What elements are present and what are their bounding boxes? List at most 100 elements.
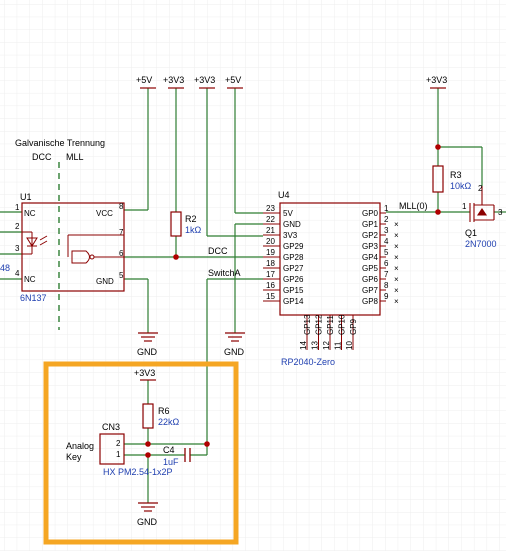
u4-right-pin-name: GP0 bbox=[362, 209, 379, 218]
u4-bottom-pin-name: GP9 bbox=[349, 318, 358, 335]
u4-left-pin-num: 23 bbox=[266, 204, 275, 213]
u1-pin-8-num: 8 bbox=[119, 202, 124, 211]
net-label-5v-left: +5V bbox=[136, 75, 152, 85]
u4-no-connect-mark: × bbox=[394, 253, 399, 262]
u4-left-pin-name: GP15 bbox=[283, 286, 304, 295]
u4-bottom-pin-num: 14 bbox=[299, 341, 308, 350]
u4-right-pin-name: GP5 bbox=[362, 264, 379, 273]
u1-pin-5-name: GND bbox=[96, 277, 114, 286]
u4-left-pin-name: GP14 bbox=[283, 297, 304, 306]
u4-bottom-pin-num: 10 bbox=[345, 341, 354, 350]
u1-pin-5-num: 5 bbox=[119, 271, 124, 280]
q1-pin-1: 1 bbox=[462, 202, 467, 211]
u1-pin-4-name: NC bbox=[24, 275, 36, 284]
u1-pin-2-num: 2 bbox=[15, 222, 20, 231]
u1-pin-3-num: 3 bbox=[15, 244, 20, 253]
u4-no-connect-mark: × bbox=[394, 231, 399, 240]
u4-bottom-pins: GP13 14 GP12 13 GP11 12 GP10 11 GP9 10 bbox=[299, 314, 358, 350]
u4-right-pin-name: GP7 bbox=[362, 286, 379, 295]
net-label-3v3-r2: +3V3 bbox=[163, 75, 184, 85]
isolation-left-label: DCC bbox=[32, 152, 52, 162]
u4-left-pin-name: GP29 bbox=[283, 242, 304, 251]
r3-ref: R3 bbox=[450, 170, 462, 180]
c4-ref: C4 bbox=[163, 445, 175, 455]
net-label-dcc: DCC bbox=[208, 246, 228, 256]
u4-no-connect-mark: × bbox=[394, 275, 399, 284]
u4-bottom-pin-name: GP12 bbox=[315, 314, 324, 335]
u4-left-pin-name: GND bbox=[283, 220, 301, 229]
u4-right-pin-num: 2 bbox=[384, 215, 389, 224]
u4-bottom-pin-name: GP13 bbox=[303, 314, 312, 335]
u4-bottom-pin-num: 13 bbox=[311, 341, 320, 350]
u4-left-pin-name: GP28 bbox=[283, 253, 304, 262]
q1-ref: Q1 bbox=[465, 228, 477, 238]
net-label-mll0: MLL(0) bbox=[399, 201, 428, 211]
u4-left-pin-name: 3V3 bbox=[283, 231, 298, 240]
c4-value: 1uF bbox=[163, 457, 179, 467]
u1-pin-8-name: VCC bbox=[96, 209, 113, 218]
u4-left-pin-name: GP26 bbox=[283, 275, 304, 284]
u4-right-pin-num: 7 bbox=[384, 270, 389, 279]
u1-ref: U1 bbox=[20, 192, 32, 202]
r6-ref: R6 bbox=[158, 406, 170, 416]
u4-bottom-pin-num: 12 bbox=[322, 341, 331, 350]
u4-right-pin-name: GP4 bbox=[362, 253, 379, 262]
cn3-ref: CN3 bbox=[102, 422, 120, 432]
isolation-right-label: MLL bbox=[66, 152, 84, 162]
u4-right-pin-num: 5 bbox=[384, 248, 389, 257]
r2-ref: R2 bbox=[185, 214, 197, 224]
u4-bottom-pin-name: GP11 bbox=[326, 315, 335, 335]
u1-value: 6N137 bbox=[20, 293, 47, 303]
gnd-label-u1: GND bbox=[137, 347, 158, 357]
u4-left-pin-name: GP27 bbox=[283, 264, 304, 273]
u4-ref: U4 bbox=[278, 190, 290, 200]
net-label-5v-u4: +5V bbox=[225, 75, 241, 85]
u4-right-pin-num: 3 bbox=[384, 226, 389, 235]
cn3-description-line2: Key bbox=[66, 452, 82, 462]
u4-right-pin-name: GP2 bbox=[362, 231, 379, 240]
u4-no-connect-mark: × bbox=[394, 286, 399, 295]
u1-pin-7-num: 7 bbox=[119, 228, 124, 237]
u4-left-pin-num: 20 bbox=[266, 237, 275, 246]
u4-right-pin-num: 1 bbox=[384, 204, 389, 213]
u1-left-edge-text: 48 bbox=[0, 263, 10, 273]
isolation-title: Galvanische Trennung bbox=[15, 138, 105, 148]
u4-right-pin-num: 6 bbox=[384, 259, 389, 268]
u4-no-connect-mark: × bbox=[394, 297, 399, 306]
schematic-canvas: +5V +3V3 +3V3 +5V +3V3 +3V3 GND GND GND … bbox=[0, 0, 506, 551]
u4-value: RP2040-Zero bbox=[281, 357, 335, 367]
r2-value: 1kΩ bbox=[185, 225, 202, 235]
u4-left-pin-name: 5V bbox=[283, 209, 293, 218]
u4-no-connect-mark: × bbox=[394, 220, 399, 229]
u4-right-pin-name: GP3 bbox=[362, 242, 379, 251]
u4-left-pin-num: 19 bbox=[266, 248, 275, 257]
net-label-3v3-u4: +3V3 bbox=[194, 75, 215, 85]
u4-right-pin-num: 8 bbox=[384, 281, 389, 290]
u1-pin-1-name: NC bbox=[24, 209, 36, 218]
u4-left-pin-num: 18 bbox=[266, 259, 275, 268]
u1-pin-4-num: 4 bbox=[15, 269, 20, 278]
u4-right-pin-num: 9 bbox=[384, 292, 389, 301]
u4-left-pin-num: 15 bbox=[266, 292, 275, 301]
u4-right-pin-num: 4 bbox=[384, 237, 389, 246]
net-label-3v3-r6: +3V3 bbox=[134, 368, 155, 378]
u4-bottom-pin-name: GP10 bbox=[338, 314, 347, 335]
u4-no-connect-mark: × bbox=[394, 264, 399, 273]
net-label-switcha: SwitchA bbox=[208, 268, 241, 278]
cn3-pin-1: 1 bbox=[116, 450, 121, 459]
u4-no-connect-mark: × bbox=[394, 242, 399, 251]
u4-bottom-pin-num: 11 bbox=[334, 341, 343, 350]
gnd-label-u4: GND bbox=[224, 347, 245, 357]
r3-value: 10kΩ bbox=[450, 181, 472, 191]
q1-pin-3: 3 bbox=[498, 208, 503, 217]
gnd-label-cn3: GND bbox=[137, 517, 158, 527]
u4-left-pin-num: 22 bbox=[266, 215, 275, 224]
u1-pin-1-num: 1 bbox=[15, 203, 20, 212]
cn3-description-line1: Analog bbox=[66, 441, 94, 451]
u4-right-pin-name: GP1 bbox=[362, 220, 379, 229]
q1-pin-2: 2 bbox=[478, 184, 483, 193]
r6-value: 22kΩ bbox=[158, 417, 180, 427]
u4-left-pin-num: 16 bbox=[266, 281, 275, 290]
cn3-value: HX PM2.54-1x2P bbox=[103, 467, 173, 477]
cn3-pin-2: 2 bbox=[116, 439, 121, 448]
